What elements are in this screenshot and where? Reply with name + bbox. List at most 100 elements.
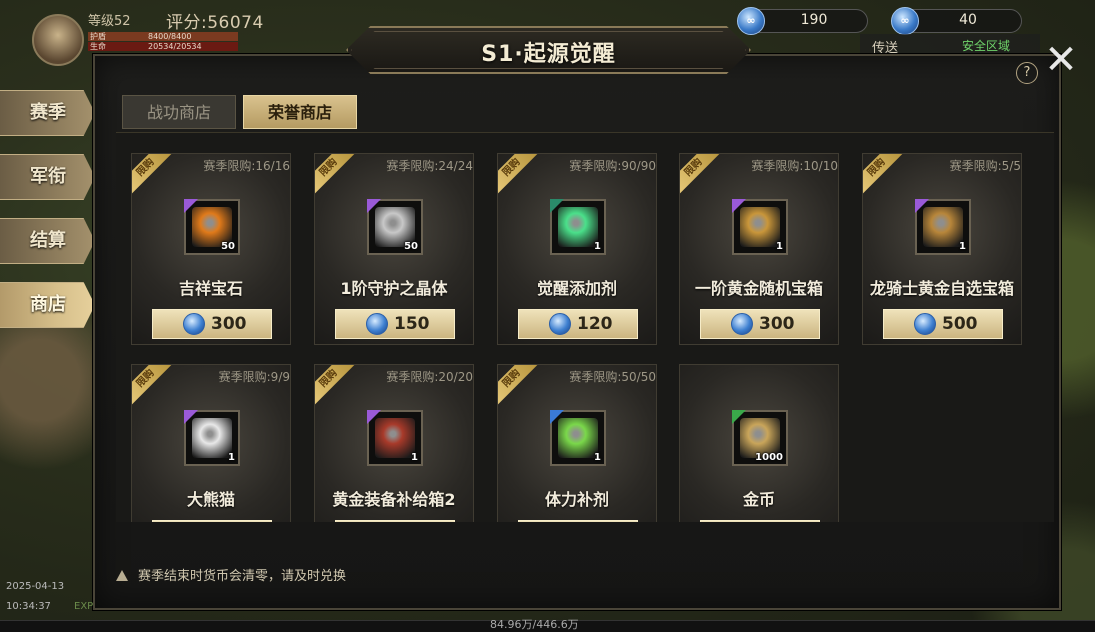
item-name: 吉祥宝石 [178, 279, 243, 298]
item-name: 金币 [742, 490, 775, 509]
sidebar-item-settlement[interactable]: 结算 [0, 218, 95, 264]
limited-ribbon: 限购 [132, 154, 172, 194]
exp-label: EXP [74, 601, 94, 612]
limited-ribbon: 限购 [863, 154, 903, 194]
item-name: 大熊猫 [186, 490, 235, 509]
item-quantity: 50 [404, 241, 418, 252]
limited-ribbon: 限购 [680, 154, 720, 194]
shop-item-card[interactable]: 限购 赛季限购:24/24 50 1阶守护之晶体 150 [314, 153, 474, 345]
item-slot[interactable]: 1 [550, 410, 606, 466]
honor-gem-icon [183, 313, 205, 335]
buy-button[interactable] [518, 520, 638, 522]
item-name: 1阶守护之晶体 [340, 279, 448, 298]
warning-icon [116, 570, 128, 581]
item-slot[interactable]: 1000 [732, 410, 788, 466]
buy-button[interactable] [335, 520, 455, 522]
player-score: 评分:56074 [166, 13, 264, 33]
shop-item-card[interactable]: 限购 赛季限购:90/90 1 觉醒添加剂 120 [497, 153, 657, 345]
item-quantity: 1000 [755, 452, 783, 463]
safe-zone-label: 安全区域 [962, 39, 1011, 53]
shield-value: 8400/8400 [148, 32, 192, 41]
help-label: ? [1023, 65, 1031, 80]
item-quantity: 1 [594, 452, 601, 463]
item-quantity: 1 [959, 241, 966, 252]
item-quantity: 50 [221, 241, 235, 252]
item-name: 觉醒添加剂 [536, 279, 617, 298]
honor-gem-icon [549, 313, 571, 335]
shop-item-card[interactable]: 限购 赛季限购:9/9 1 大熊猫 [131, 364, 291, 522]
item-price: 500 [942, 314, 978, 334]
limited-ribbon: 限购 [132, 365, 172, 405]
mystery-chest-icon [740, 207, 780, 247]
notice-text: 赛季结束时货币会清零，请及时兑换 [138, 569, 347, 584]
red-chest-icon [375, 418, 415, 458]
buy-button[interactable]: 500 [883, 309, 1003, 339]
shop-item-card[interactable]: 限购 赛季限购:10/10 1 一阶黄金随机宝箱 300 [679, 153, 839, 345]
currency-amount: 190 [800, 12, 828, 28]
item-slot[interactable]: 50 [184, 199, 240, 255]
tab-honor-shop[interactable]: 荣誉商店 [243, 95, 357, 129]
sidebar-item-rank[interactable]: 军衔 [0, 154, 95, 200]
limited-ribbon: 限购 [498, 365, 538, 405]
buy-button[interactable] [152, 520, 272, 522]
item-price: 300 [759, 314, 795, 334]
shop-item-card[interactable]: 限购 赛季限购:16/16 50 吉祥宝石 300 [131, 153, 291, 345]
health-label: 生命 [90, 42, 106, 51]
item-price: 300 [211, 314, 247, 334]
honor-gem-icon: ∞ [891, 7, 919, 35]
purchase-limit: 赛季限购:90/90 [569, 159, 656, 173]
dragon-chest-icon [923, 207, 963, 247]
player-level: 等级52 [88, 14, 131, 29]
currency-honor[interactable]: ∞ 190 [737, 7, 868, 35]
purchase-limit: 赛季限购:24/24 [386, 159, 473, 173]
panel-title: S1·起源觉醒 [481, 42, 616, 67]
time-label: 10:34:37 [6, 601, 51, 612]
item-quantity: 1 [411, 452, 418, 463]
item-slot[interactable]: 1 [732, 199, 788, 255]
buy-button[interactable]: 300 [152, 309, 272, 339]
panda-icon [192, 418, 232, 458]
purchase-limit: 赛季限购:20/20 [386, 370, 473, 384]
exp-text: 84.96万/446.6万 [490, 618, 579, 631]
player-avatar[interactable] [32, 14, 84, 66]
purchase-limit: 赛季限购:5/5 [949, 159, 1021, 173]
sidebar-item-shop[interactable]: 商店 [0, 282, 95, 328]
purchase-limit: 赛季限购:10/10 [751, 159, 838, 173]
close-button[interactable]: ✕ [1043, 40, 1079, 80]
limited-ribbon: 限购 [498, 154, 538, 194]
item-grid: 限购 赛季限购:16/16 50 吉祥宝石 300 限购 赛季限购:24/24 50… [116, 132, 1054, 522]
buy-button[interactable] [700, 520, 820, 522]
item-name: 体力补剂 [544, 490, 609, 509]
shield-bar: 护盾 8400/8400 [88, 32, 238, 41]
shop-item-card[interactable]: 1000 金币 [679, 364, 839, 522]
limited-ribbon: 限购 [315, 154, 355, 194]
item-quantity: 1 [228, 452, 235, 463]
shop-item-card[interactable]: 限购 赛季限购:5/5 1 龙骑士黄金自选宝箱 500 [862, 153, 1022, 345]
health-value: 20534/20534 [148, 42, 202, 51]
item-quantity: 1 [776, 241, 783, 252]
buy-button[interactable]: 150 [335, 309, 455, 339]
item-slot[interactable]: 50 [367, 199, 423, 255]
purchase-limit: 赛季限购:16/16 [203, 159, 290, 173]
item-quantity: 1 [594, 241, 601, 252]
potion-icon [558, 418, 598, 458]
item-slot[interactable]: 1 [184, 410, 240, 466]
purchase-limit: 赛季限购:50/50 [569, 370, 656, 384]
item-slot[interactable]: 1 [915, 199, 971, 255]
tab-merit-shop[interactable]: 战功商店 [122, 95, 236, 129]
honor-gem-icon [731, 313, 753, 335]
shop-item-card[interactable]: 限购 赛季限购:50/50 1 体力补剂 [497, 364, 657, 522]
purchase-limit: 赛季限购:9/9 [218, 370, 290, 384]
item-name: 黄金装备补给箱2 [332, 490, 456, 509]
buy-button[interactable]: 120 [518, 309, 638, 339]
item-slot[interactable]: 1 [367, 410, 423, 466]
health-bar: 生命 20534/20534 [88, 42, 238, 51]
limited-ribbon: 限购 [315, 365, 355, 405]
item-slot[interactable]: 1 [550, 199, 606, 255]
spark-icon [558, 207, 598, 247]
buy-button[interactable]: 300 [700, 309, 820, 339]
currency-honor-2[interactable]: ∞ 40 [891, 7, 1022, 35]
honor-gem-icon [914, 313, 936, 335]
sidebar-item-season[interactable]: 赛季 [0, 90, 95, 136]
shop-item-card[interactable]: 限购 赛季限购:20/20 1 黄金装备补给箱2 [314, 364, 474, 522]
